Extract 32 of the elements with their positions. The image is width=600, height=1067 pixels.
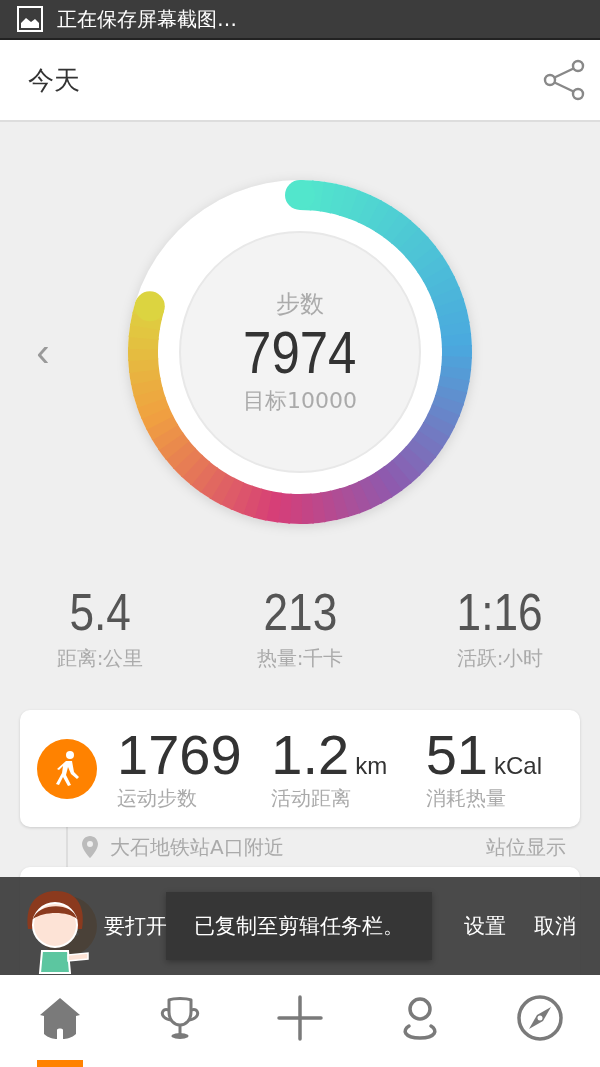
metric-label: 活动距离 [271,784,353,812]
page-title: 今天 [28,63,80,97]
location-pin-icon [82,836,98,859]
stat-value: 213 [263,584,337,642]
toast-message: 已复制至剪辑任务栏。 [194,913,404,940]
stat-label: 活跃:小时 [456,645,544,673]
steps-goal: 目标10000 [243,387,357,415]
activity-card[interactable]: 1769 运动步数 1.2 km 活动距离 51 kCal 消耗热量 [20,710,580,828]
notification-text: 正在保存屏幕截图… [57,5,237,33]
steps-count: 7974 [243,320,357,386]
stat-label: 距离:公里 [56,645,144,673]
metric-label: 运动步数 [117,784,198,812]
image-icon [17,6,43,32]
location-name: 大石地铁站A口附近 [110,833,285,861]
add-icon [276,994,324,1042]
stat-value: 1:16 [457,584,543,642]
snackbar-action-button[interactable]: 设置 [436,912,506,940]
calories-value: 51 [425,725,488,785]
selected-tab-indicator [37,1060,83,1067]
walking-icon [37,738,97,799]
distance-value: 1.2 [271,725,350,785]
metric-label: 消耗热量 [425,784,507,812]
snackbar-message: 要打开 [104,913,166,940]
share-button[interactable] [542,58,586,102]
steps-label: 步数 [276,289,324,320]
stat-value: 5.4 [69,584,131,642]
distance-unit: km [355,751,388,780]
compass-icon [516,994,564,1042]
calories-unit: kCal [493,751,542,780]
steps-value: 1769 [117,725,242,785]
snackbar-action-button[interactable]: 取消 [506,912,576,940]
stat-label: 热量:千卡 [256,645,344,673]
